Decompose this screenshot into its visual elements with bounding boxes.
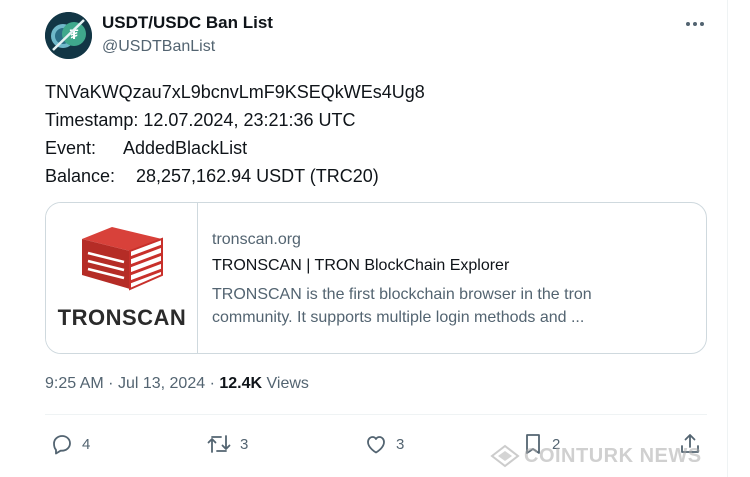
event-value: AddedBlackList [123,138,248,158]
watermark-logo-icon [490,444,520,468]
views-count: 12.4K [219,375,263,392]
like-icon [367,436,385,454]
author-handle[interactable]: @USDTBanList [102,38,215,56]
like-button[interactable]: 3 [364,431,404,457]
tweet-timestamp: Timestamp: 12.07.2024, 23:21:36 UTC [45,110,356,130]
balance-value: 28,257,162.94 USDT (TRC20) [136,166,379,186]
retweet-icon [207,435,231,453]
link-card[interactable]: TRONSCAN tronscan.org TRONSCAN | TRON Bl… [45,202,707,354]
tweet-address: TNVaKWQzau7xL9bcnvLmF9KSEQkWEs4Ug8 [45,82,425,102]
tronscan-cube-icon [82,227,163,291]
card-description-line: TRONSCAN is the first blockchain browser… [212,286,592,303]
tweet-time[interactable]: 9:25 AM [45,375,104,392]
meta-separator: · [209,375,215,392]
tweet-meta: 9:25 AM · Jul 13, 2024 · 12.4K Views [45,375,309,393]
more-icon[interactable] [682,12,708,36]
avatar[interactable]: ₮ [45,12,92,59]
card-brand-logo-text: TRONSCAN [57,305,187,330]
card-thumbnail[interactable]: TRONSCAN [46,203,198,353]
tweet-text: TNVaKWQzau7xL9bcnvLmF9KSEQkWEs4Ug8 Times… [45,78,425,190]
column-border [727,0,728,477]
event-label: Event: [45,138,97,158]
tweet-balance: Balance: 28,257,162.94 USDT (TRC20) [45,162,425,190]
tweet-date[interactable]: Jul 13, 2024 [118,375,205,392]
card-domain: tronscan.org [212,231,301,248]
card-text[interactable]: tronscan.org TRONSCAN | TRON BlockChain … [212,231,692,329]
watermark-text: COINTURK NEWS [524,444,702,467]
tweet-event: Event: AddedBlackList [45,134,425,162]
watermark: COINTURK NEWS [490,442,702,470]
retweet-button[interactable]: 3 [206,431,248,457]
reply-button[interactable]: 4 [50,431,90,457]
card-description-line: community. It supports multiple login me… [212,309,585,326]
meta-separator: · [108,375,114,392]
balance-label: Balance: [45,166,116,186]
card-title: TRONSCAN | TRON BlockChain Explorer [212,257,510,274]
retweet-count: 3 [240,435,249,453]
reply-count: 4 [82,435,91,453]
divider [45,414,707,415]
tweet: ₮ USDT/USDC Ban List @USDTBanList TNVaKW… [0,0,750,477]
views-label: Views [266,375,309,392]
author-name[interactable]: USDT/USDC Ban List [102,13,273,33]
like-count: 3 [396,435,405,453]
card-description: TRONSCAN is the first blockchain browser… [212,283,692,329]
reply-icon [53,435,71,455]
